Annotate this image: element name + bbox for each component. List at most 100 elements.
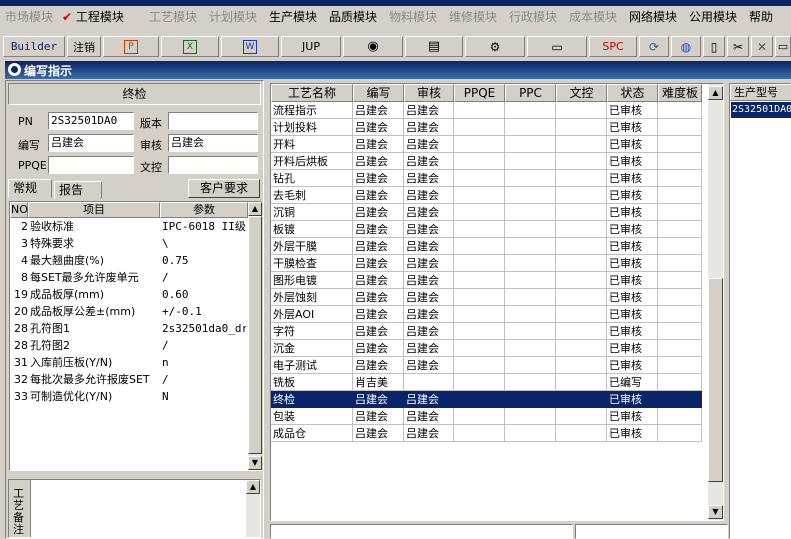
col-model[interactable]: 生产型号 [730, 84, 791, 101]
col-author[interactable]: 编写 [353, 84, 404, 102]
param-row[interactable]: 8 每SET最多允许废单元 / [10, 269, 248, 286]
process-row[interactable]: 开料 吕建会 吕建会 已审核 [271, 136, 702, 153]
param-row[interactable]: 28 孔符图2 / [10, 337, 248, 354]
globe-icon: ◍ [680, 39, 692, 54]
col-ppc[interactable]: PPC [505, 84, 556, 102]
params-scrollbar[interactable]: ▲ ▼ [248, 202, 262, 470]
process-ppc [505, 289, 556, 306]
params-scroll-thumb[interactable] [248, 216, 262, 454]
scroll-up-icon[interactable]: ▲ [248, 202, 262, 216]
document-field[interactable] [168, 156, 258, 174]
process-row[interactable]: 沉金 吕建会 吕建会 已审核 [271, 340, 702, 357]
param-row[interactable]: 3 特殊要求 \ [10, 235, 248, 252]
menu-network[interactable]: 网络模块 [629, 8, 677, 25]
param-row[interactable]: 32 每批次最多允许报废SET / [10, 371, 248, 388]
remark-scrollbar[interactable]: ▲ [246, 480, 260, 537]
ppt-button[interactable]: P [103, 36, 159, 57]
database-button[interactable]: ▤ [405, 36, 463, 57]
process-row[interactable]: 包装 吕建会 吕建会 已审核 [271, 408, 702, 425]
menu-plan[interactable]: 计划模块 [209, 8, 257, 25]
param-row[interactable]: 33 可制造优化(Y/N) N [10, 388, 248, 405]
menu-maintenance[interactable]: 维修模块 [449, 8, 497, 25]
spc-button[interactable]: SPC [589, 36, 637, 57]
param-row[interactable]: 4 最大翘曲度(%) 0.75 [10, 252, 248, 269]
process-difficulty [658, 102, 702, 119]
cut-button[interactable]: ✂ [727, 36, 749, 57]
col-item[interactable]: 项目 [28, 202, 160, 218]
menu-process[interactable]: 工艺模块 [149, 8, 197, 25]
process-row[interactable]: 沉铜 吕建会 吕建会 已审核 [271, 204, 702, 221]
process-difficulty [658, 255, 702, 272]
param-row[interactable]: 19 成品板厚(mm) 0.60 [10, 286, 248, 303]
author-field[interactable]: 吕建会 [48, 134, 134, 152]
process-row[interactable]: 字符 吕建会 吕建会 已审核 [271, 323, 702, 340]
logout-button[interactable]: 注销 [67, 36, 101, 57]
process-row[interactable]: 铣板 肖吉美 已编写 [271, 374, 702, 391]
menu-help[interactable]: 帮助 [749, 8, 773, 25]
tab-general[interactable]: 常规 [8, 179, 52, 198]
param-row[interactable]: 31 入库前压板(Y/N) n [10, 354, 248, 371]
process-row[interactable]: 图形电镀 吕建会 吕建会 已审核 [271, 272, 702, 289]
menu-quality[interactable]: 品质模块 [329, 8, 377, 25]
process-row[interactable]: 流程指示 吕建会 吕建会 已审核 [271, 102, 702, 119]
menu-admin[interactable]: 行政模块 [509, 8, 557, 25]
model-item[interactable]: 2S32501DA0 [731, 102, 791, 118]
remark-input[interactable] [31, 480, 245, 537]
col-ppqe[interactable]: PPQE [454, 84, 505, 102]
param-row[interactable]: 2 验收标准 IPC-6018 II级 [10, 218, 248, 235]
refresh-button[interactable]: ⟳ [639, 36, 669, 57]
reviewer-field[interactable]: 吕建会 [168, 134, 258, 152]
menu-common[interactable]: 公用模块 [689, 8, 737, 25]
param-value: +/-0.1 [162, 305, 202, 318]
col-no[interactable]: NO [10, 202, 28, 218]
col-param[interactable]: 参数 [160, 202, 248, 218]
jup-button[interactable]: JUP [281, 36, 341, 57]
menu-material[interactable]: 物料模块 [389, 8, 437, 25]
col-document[interactable]: 文控 [556, 84, 607, 102]
window-button[interactable]: ▭ [775, 36, 791, 57]
customer-requirements-button[interactable]: 客户要求 [188, 179, 260, 198]
word-button[interactable]: W [221, 36, 279, 57]
menu-engineering[interactable]: ✔ 工程模块 [62, 8, 124, 25]
process-row[interactable]: 终检 吕建会 吕建会 已审核 [271, 391, 702, 408]
param-row[interactable]: 28 孔符图1 2s32501da0_drl [10, 320, 248, 337]
process-row[interactable]: 电子测试 吕建会 吕建会 已审核 [271, 357, 702, 374]
ppqe-field[interactable] [48, 156, 134, 174]
param-row[interactable]: 20 成品板厚公差±(mm) +/-0.1 [10, 303, 248, 320]
menu-cost[interactable]: 成本模块 [569, 8, 617, 25]
scroll-up-icon[interactable]: ▲ [246, 480, 260, 494]
scroll-down-icon[interactable]: ▼ [248, 456, 262, 470]
process-row[interactable]: 板镀 吕建会 吕建会 已审核 [271, 221, 702, 238]
globe-button[interactable]: ◍ [671, 36, 701, 57]
process-scrollbar[interactable]: ▲ ▼ [708, 84, 723, 520]
process-row[interactable]: 干膜检查 吕建会 吕建会 已审核 [271, 255, 702, 272]
process-row[interactable]: 成品仓 吕建会 吕建会 已审核 [271, 425, 702, 442]
new-button[interactable]: ▯ [703, 36, 725, 57]
process-row[interactable]: 计划投料 吕建会 吕建会 已审核 [271, 119, 702, 136]
col-difficulty[interactable]: 难度板 [658, 84, 702, 102]
excel-button[interactable]: X [161, 36, 219, 57]
scroll-down-icon[interactable]: ▼ [708, 505, 723, 519]
process-scroll-thumb[interactable] [708, 278, 723, 482]
process-row[interactable]: 外层蚀刻 吕建会 吕建会 已审核 [271, 289, 702, 306]
builder-button[interactable]: Builder [3, 36, 65, 57]
version-field[interactable] [168, 112, 258, 130]
close-button[interactable]: ✕ [751, 36, 773, 57]
process-row[interactable]: 钻孔 吕建会 吕建会 已审核 [271, 170, 702, 187]
menu-market[interactable]: 市场模块 [5, 8, 53, 25]
menu-production[interactable]: 生产模块 [269, 8, 317, 25]
process-row[interactable]: 开料后烘板 吕建会 吕建会 已审核 [271, 153, 702, 170]
view-button[interactable]: ◉ [343, 36, 403, 57]
computer-button[interactable]: ▭ [527, 36, 587, 57]
tab-report[interactable]: 报告 [54, 181, 102, 199]
tools-button[interactable]: ⚙ [465, 36, 525, 57]
col-reviewer[interactable]: 审核 [404, 84, 454, 102]
process-row[interactable]: 外层干膜 吕建会 吕建会 已审核 [271, 238, 702, 255]
pn-label: PN [18, 115, 33, 128]
pn-field[interactable]: 2S32501DA0 [48, 112, 134, 130]
col-process-name[interactable]: 工艺名称 [271, 84, 353, 102]
scroll-up-icon[interactable]: ▲ [708, 86, 723, 100]
process-row[interactable]: 外层AOI 吕建会 吕建会 已审核 [271, 306, 702, 323]
process-row[interactable]: 去毛刺 吕建会 吕建会 已审核 [271, 187, 702, 204]
col-status[interactable]: 状态 [607, 84, 658, 102]
